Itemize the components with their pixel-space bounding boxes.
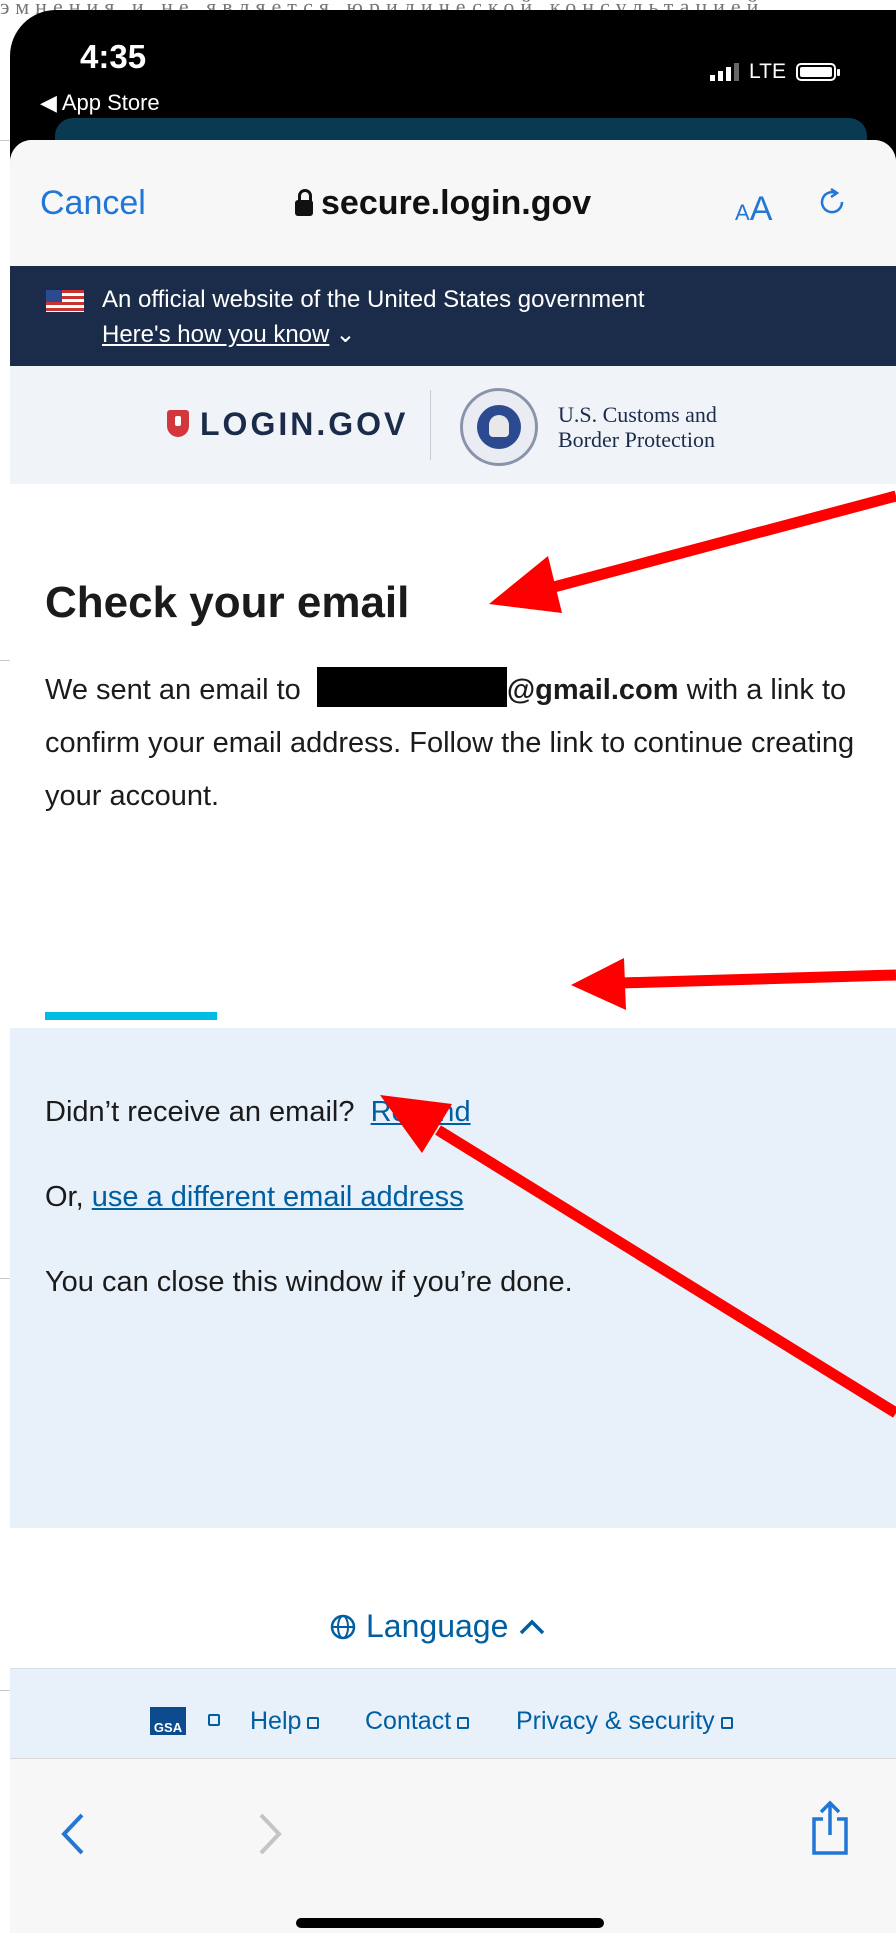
cancel-button[interactable]: Cancel [40, 184, 146, 223]
different-email-line: Or, use a different email address [45, 1181, 464, 1213]
logo-divider [430, 390, 431, 460]
agency-logo-band: LOGIN.GOV U.S. Customs and Border Protec… [10, 366, 896, 484]
share-icon[interactable] [808, 1799, 852, 1857]
network-type: LTE [749, 60, 786, 83]
safari-sheet: Cancel secure.login.gov AA An official w… [10, 140, 896, 1933]
contact-link[interactable]: Contact [365, 1707, 470, 1736]
language-toggle[interactable]: Language [330, 1608, 546, 1645]
home-indicator [296, 1918, 604, 1928]
gov-banner-text: An official website of the United States… [102, 286, 645, 313]
us-flag-icon [46, 290, 84, 312]
dhs-seal-icon [460, 388, 538, 466]
lock-icon [295, 188, 313, 216]
resend-link[interactable]: Resend [371, 1096, 471, 1128]
external-link-icon [208, 1714, 220, 1726]
footer-links: GSA Help Contact Privacy & security [10, 1668, 896, 1759]
chevron-down-icon: ⌄ [335, 321, 356, 348]
official-gov-banner: An official website of the United States… [10, 266, 896, 366]
globe-icon [330, 1614, 356, 1639]
help-link[interactable]: Help [250, 1707, 320, 1736]
external-link-icon [307, 1717, 320, 1729]
browser-toolbar: Cancel secure.login.gov AA [10, 140, 896, 266]
page-title: Check your email [45, 578, 410, 627]
redacted-email [316, 667, 507, 707]
text-size-button[interactable]: AA [735, 190, 772, 229]
resend-line: Didn’t receive an email? Resend [45, 1096, 471, 1128]
signal-icon [710, 63, 739, 81]
confirmation-message: We sent an email to @gmail.com with a li… [45, 664, 865, 823]
browser-bottom-bar [10, 1758, 896, 1933]
gsa-logo-link[interactable]: GSA [150, 1707, 186, 1735]
chevron-up-icon [520, 1619, 545, 1634]
status-indicators: LTE [710, 60, 840, 84]
url-display[interactable]: secure.login.gov [295, 184, 591, 223]
email-domain: @gmail.com [506, 674, 679, 706]
logingov-logo: LOGIN.GOV [200, 406, 409, 442]
back-to-app-store[interactable]: ◀ App Store [40, 90, 160, 116]
heres-how-you-know-link[interactable]: Here's how you know ⌄ [102, 320, 355, 349]
different-email-link[interactable]: use a different email address [92, 1181, 464, 1213]
privacy-security-link[interactable]: Privacy & security [516, 1707, 733, 1736]
external-link-icon [457, 1717, 470, 1729]
back-icon[interactable] [58, 1811, 88, 1857]
external-link-icon [720, 1717, 733, 1729]
phone-screen: 4:35 ◀ App Store LTE Cancel secure.login… [10, 10, 896, 1933]
accent-rule [45, 1012, 217, 1020]
reload-icon[interactable] [818, 188, 848, 218]
logingov-shield-icon [167, 410, 189, 437]
status-time: 4:35 [80, 38, 147, 75]
forward-icon[interactable] [255, 1811, 285, 1857]
close-window-text: You can close this window if you’re done… [45, 1266, 573, 1298]
battery-icon [795, 63, 840, 81]
agency-name: U.S. Customs and Border Protection [558, 402, 717, 452]
url-text: secure.login.gov [321, 184, 592, 222]
